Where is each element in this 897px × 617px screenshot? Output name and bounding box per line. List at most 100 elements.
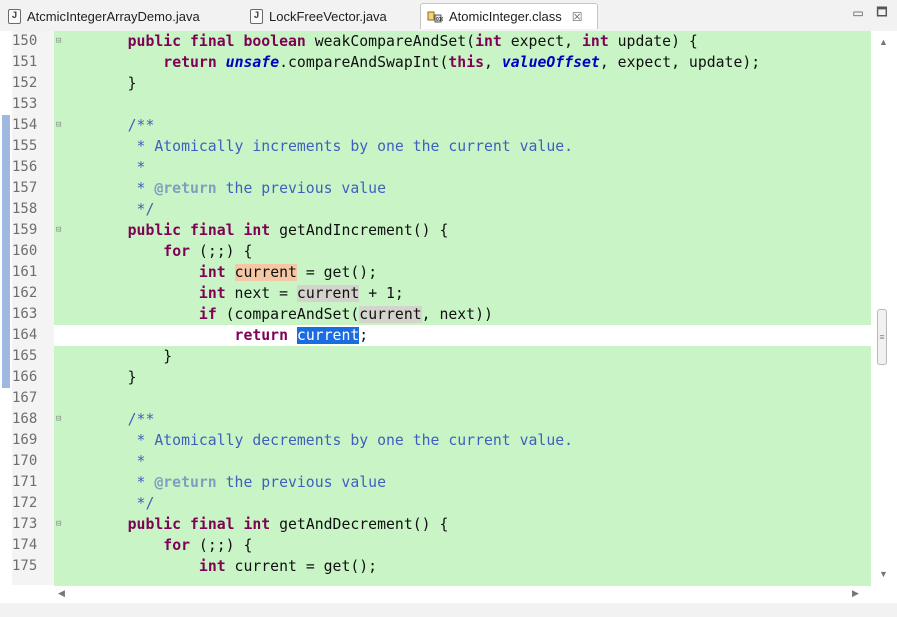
code-line[interactable]: * Atomically increments by one the curre…: [54, 136, 871, 157]
comment-token: */: [92, 495, 155, 512]
keyword-token: public final int: [127, 222, 271, 239]
code-line[interactable]: public final int getAndIncrement() {: [54, 220, 871, 241]
code-line[interactable]: /**: [54, 115, 871, 136]
code-text: *: [92, 157, 146, 178]
line-number: 174: [12, 535, 54, 556]
comment-token: * Atomically increments by one the curre…: [92, 138, 574, 155]
code-line[interactable]: return current;: [54, 325, 871, 346]
code-line[interactable]: return unsafe.compareAndSwapInt(this, va…: [54, 52, 871, 73]
maximize-icon[interactable]: 🗖: [873, 4, 891, 22]
svg-text:010: 010: [436, 17, 443, 23]
scroll-thumb[interactable]: ≡: [877, 309, 887, 365]
line-number-text: 162: [12, 285, 38, 301]
code-line[interactable]: /**: [54, 409, 871, 430]
code-line[interactable]: for (;;) {: [54, 241, 871, 262]
keyword-token: int: [198, 264, 226, 281]
tab-atomic-integer-class[interactable]: 010 AtomicInteger.class ☒: [420, 3, 598, 29]
line-number-text: 169: [12, 432, 38, 448]
code-line[interactable]: int next = current + 1;: [54, 283, 871, 304]
code-line[interactable]: */: [54, 199, 871, 220]
code-line[interactable]: *: [54, 451, 871, 472]
code-line[interactable]: if (compareAndSet(current, next)): [54, 304, 871, 325]
code-token: , expect, update);: [599, 54, 761, 71]
minimize-icon[interactable]: ▭: [849, 4, 867, 22]
fold-toggle-icon[interactable]: ⊟: [56, 31, 61, 52]
code-editor[interactable]: public final boolean weakCompareAndSet(i…: [0, 31, 871, 585]
line-number: 164: [12, 325, 54, 346]
line-number-text: 155: [12, 138, 38, 154]
fold-toggle-icon[interactable]: ⊟: [56, 409, 61, 430]
line-number-text: 158: [12, 201, 38, 217]
comment-token: *: [92, 180, 155, 197]
code-line[interactable]: int current = get();: [54, 262, 871, 283]
vertical-scrollbar[interactable]: ▲ ≡ ▼: [871, 31, 897, 585]
code-line[interactable]: }: [54, 73, 871, 94]
editor-tab-bar: J AtcmicIntegerArrayDemo.java J LockFree…: [0, 0, 897, 32]
code-text: public final int getAndDecrement() {: [92, 514, 449, 535]
code-token: @return: [154, 180, 217, 197]
scroll-right-icon[interactable]: ▶: [852, 588, 859, 599]
keyword-token: for: [163, 243, 191, 260]
line-number-text: 166: [12, 369, 38, 385]
line-number: 156: [12, 157, 54, 178]
line-number: 160: [12, 241, 54, 262]
code-line[interactable]: public final int getAndDecrement() {: [54, 514, 871, 535]
code-token: current: [296, 285, 360, 302]
code-token: @return: [154, 474, 217, 491]
scroll-left-icon[interactable]: ◀: [58, 588, 65, 599]
line-number: 157: [12, 178, 54, 199]
tab-lock-free-vector[interactable]: J LockFreeVector.java: [244, 3, 414, 29]
code-line[interactable]: * Atomically decrements by one the curre…: [54, 430, 871, 451]
code-line[interactable]: [54, 388, 871, 409]
fold-toggle-icon[interactable]: ⊟: [56, 514, 61, 535]
fold-toggle-icon[interactable]: ⊟: [56, 220, 61, 241]
scroll-up-icon[interactable]: ▲: [879, 37, 888, 47]
fold-toggle-icon[interactable]: ⊟: [56, 115, 61, 136]
line-number: 162: [12, 283, 54, 304]
line-number-text: 175: [12, 558, 38, 574]
code-text: }: [92, 367, 137, 388]
keyword-token: this: [448, 54, 485, 71]
comment-token: /**: [92, 117, 155, 134]
code-line[interactable]: }: [54, 346, 871, 367]
code-line[interactable]: [54, 94, 871, 115]
window-controls: ▭ 🗖: [849, 4, 891, 22]
close-tab-icon[interactable]: ☒: [572, 10, 583, 24]
code-line[interactable]: }: [54, 367, 871, 388]
code-text: return current;: [92, 325, 368, 346]
line-number: 166: [12, 367, 54, 388]
scroll-down-icon[interactable]: ▼: [879, 569, 888, 579]
line-number-text: 159: [12, 222, 38, 238]
selected-token: current: [296, 327, 360, 344]
code-line[interactable]: */: [54, 493, 871, 514]
code-line[interactable]: int current = get();: [54, 556, 871, 577]
horizontal-scrollbar[interactable]: ◀ ▶: [54, 585, 871, 604]
line-number: 152: [12, 73, 54, 94]
line-number: 173 ⊟: [12, 514, 61, 535]
comment-token: */: [92, 201, 155, 218]
code-text: int next = current + 1;: [92, 283, 404, 304]
comment-token: *: [92, 159, 146, 176]
code-text: for (;;) {: [92, 241, 252, 262]
line-number: 168 ⊟: [12, 409, 61, 430]
code-text: int current = get();: [92, 556, 377, 577]
code-line[interactable]: public final boolean weakCompareAndSet(i…: [54, 31, 871, 52]
line-number: 175: [12, 556, 54, 577]
code-line[interactable]: for (;;) {: [54, 535, 871, 556]
code-line[interactable]: * @return the previous value: [54, 178, 871, 199]
code-token: }: [92, 369, 137, 386]
code-text: }: [92, 73, 137, 94]
comment-token: the previous value: [216, 180, 386, 197]
code-text: * @return the previous value: [92, 472, 386, 493]
code-line[interactable]: *: [54, 157, 871, 178]
tab-atomic-integer-array-demo[interactable]: J AtcmicIntegerArrayDemo.java: [2, 3, 228, 29]
code-text: * Atomically decrements by one the curre…: [92, 430, 574, 451]
keyword-token: int: [198, 285, 226, 302]
code-line[interactable]: * @return the previous value: [54, 472, 871, 493]
line-number-text: 150: [12, 33, 38, 49]
line-number: 161: [12, 262, 54, 283]
